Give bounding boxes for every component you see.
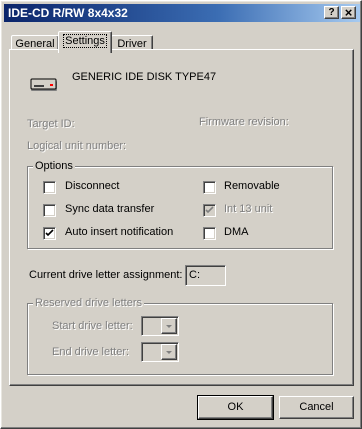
start-drive-letter-label: Start drive letter: [52, 320, 133, 332]
drive-icon [30, 75, 58, 96]
dma-label[interactable]: DMA [224, 226, 248, 238]
checkmark-icon [45, 229, 54, 237]
dropdown-arrow-button[interactable] [161, 318, 177, 334]
int13-unit-label: Int 13 unit [224, 203, 273, 215]
reserved-drive-letters-group: Reserved drive letters Start drive lette… [27, 297, 333, 375]
target-id-label: Target ID: [27, 118, 75, 130]
tab-settings[interactable]: Settings [58, 31, 112, 53]
disconnect-checkbox[interactable] [43, 181, 56, 194]
int13-unit-checkbox[interactable] [203, 204, 216, 217]
sync-data-transfer-checkbox[interactable] [43, 204, 56, 217]
device-name: GENERIC IDE DISK TYPE47 [72, 71, 217, 83]
settings-panel: GENERIC IDE DISK TYPE47 Target ID: Firmw… [9, 49, 354, 386]
dropdown-arrow-button[interactable] [161, 344, 177, 360]
removable-label[interactable]: Removable [224, 180, 280, 192]
chevron-down-icon [166, 351, 172, 354]
disconnect-label[interactable]: Disconnect [65, 180, 119, 192]
tab-settings-label: Settings [63, 34, 107, 48]
end-drive-letter-dropdown[interactable] [141, 342, 179, 362]
options-group: Options Disconnect Sync data transfer Au… [27, 160, 333, 249]
close-button[interactable]: × [341, 6, 356, 19]
cancel-button[interactable]: Cancel [279, 396, 354, 419]
start-drive-letter-dropdown[interactable] [141, 316, 179, 336]
window-title: IDE-CD R/RW 8x4x32 [8, 6, 128, 20]
ok-button[interactable]: OK [197, 395, 274, 420]
options-legend: Options [33, 160, 75, 172]
checkmark-icon [205, 206, 214, 214]
help-button[interactable]: ? [324, 6, 339, 19]
auto-insert-notification-label[interactable]: Auto insert notification [65, 226, 173, 238]
title-bar[interactable]: IDE-CD R/RW 8x4x32 ? × [4, 4, 360, 22]
sync-data-transfer-label[interactable]: Sync data transfer [65, 203, 154, 215]
current-drive-letter-field[interactable]: C: [185, 265, 226, 286]
chevron-down-icon [166, 325, 172, 328]
dma-checkbox[interactable] [203, 227, 216, 240]
auto-insert-notification-checkbox[interactable] [43, 227, 56, 240]
firmware-revision-label: Firmware revision: [199, 116, 289, 128]
current-drive-letter-label: Current drive letter assignment: [29, 269, 183, 281]
reserved-drive-letters-legend: Reserved drive letters [33, 297, 144, 309]
properties-window: IDE-CD R/RW 8x4x32 ? × General Settings … [0, 0, 362, 429]
removable-checkbox[interactable] [203, 181, 216, 194]
logical-unit-number-label: Logical unit number: [27, 140, 127, 152]
current-drive-letter-value: C: [189, 269, 200, 281]
end-drive-letter-label: End drive letter: [52, 346, 130, 358]
